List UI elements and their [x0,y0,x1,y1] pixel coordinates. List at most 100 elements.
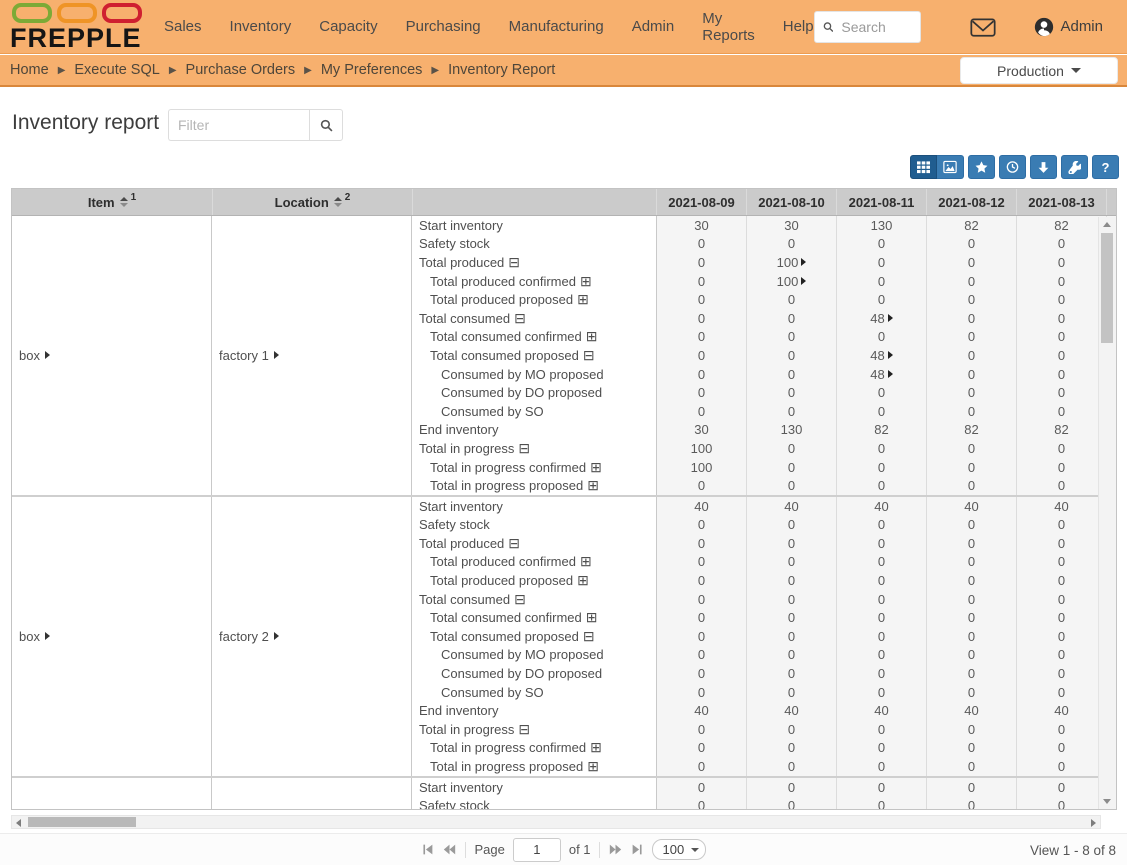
collapse-icon[interactable]: ⊟ [514,593,526,606]
next-page-button[interactable] [608,843,623,856]
breadcrumb-inventory-report[interactable]: Inventory Report [448,62,555,78]
collapse-icon[interactable]: ⊟ [583,349,595,362]
breadcrumb-purchase-orders[interactable]: Purchase Orders [186,62,296,78]
breadcrumb-execute-sql[interactable]: Execute SQL [74,62,159,78]
favorite-button[interactable] [968,155,995,179]
global-search-input[interactable] [839,18,912,36]
detail-drill-icon[interactable] [888,351,893,359]
metric-label-text: End inventory [419,703,499,718]
nav-item-my-reports[interactable]: My Reports [702,10,755,44]
vertical-scrollbar-thumb[interactable] [1101,233,1113,343]
cell-value: 48 [870,311,884,326]
collapse-icon[interactable]: ⊟ [518,442,530,455]
cell-value: 0 [878,385,885,400]
column-header-2021-08-12[interactable]: 2021-08-12 [926,189,1016,215]
expand-icon[interactable]: ⊞ [580,555,592,568]
item-cell[interactable]: box [12,497,212,776]
value-cell: 0 [926,235,1016,254]
column-header-2021-08-09[interactable]: 2021-08-09 [656,189,746,215]
collapse-icon[interactable]: ⊟ [514,312,526,325]
sort-icon[interactable] [334,197,342,207]
expand-icon[interactable]: ⊞ [586,330,598,343]
scroll-right-icon[interactable] [1091,819,1096,827]
collapse-icon[interactable]: ⊟ [508,537,520,550]
expand-icon[interactable]: ⊞ [587,479,599,492]
detail-drill-icon[interactable] [801,277,806,285]
metric-label-text: Start inventory [419,499,503,514]
nav-item-inventory[interactable]: Inventory [230,18,292,35]
location-cell[interactable]: factory 2 [212,497,412,776]
scroll-down-icon[interactable] [1103,799,1111,804]
detail-drill-icon[interactable] [888,370,893,378]
nav-item-manufacturing[interactable]: Manufacturing [509,18,604,35]
column-header-location[interactable]: Location2 [212,189,412,215]
detail-drill-icon[interactable] [801,258,806,266]
metric-label-total-produced-confirmed: Total produced confirmed⊞ [412,272,656,291]
expand-icon[interactable]: ⊞ [580,275,592,288]
nav-item-capacity[interactable]: Capacity [319,18,377,35]
breadcrumb-home[interactable]: Home [10,62,49,78]
breadcrumb-my-preferences[interactable]: My Preferences [321,62,423,78]
inventory-report-page: FREPPLE Sales Inventory Capacity Purchasing… [0,0,1127,865]
filter-search-button[interactable] [309,109,343,141]
value-cell[interactable]: 48 [836,309,926,328]
item-header-label: Item [88,195,115,210]
column-header-item[interactable]: Item1 [12,189,212,215]
drill-right-icon[interactable] [274,632,279,640]
global-search[interactable] [814,11,922,43]
filter-input[interactable] [168,109,309,141]
customize-button[interactable] [1061,155,1088,179]
value-cell[interactable]: 48 [836,346,926,365]
table-view-button[interactable] [910,155,937,179]
drill-right-icon[interactable] [45,632,50,640]
expand-icon[interactable]: ⊞ [577,574,589,587]
value-cell[interactable]: 48 [836,365,926,384]
frepple-logo[interactable]: FREPPLE [10,1,142,52]
collapse-icon[interactable]: ⊟ [508,256,520,269]
value-cell[interactable]: 100 [746,272,836,291]
value-cell: 0 [836,778,926,797]
horizontal-scrollbar-thumb[interactable] [28,817,136,827]
expand-icon[interactable]: ⊞ [590,461,602,474]
column-header-2021-08-10[interactable]: 2021-08-10 [746,189,836,215]
column-header-2021-08-13[interactable]: 2021-08-13 [1016,189,1106,215]
cell-value: 0 [878,536,885,551]
graph-view-button[interactable] [937,155,964,179]
scenario-selector-button[interactable]: Production [960,57,1118,84]
page-size-select[interactable]: 100 [652,839,706,860]
prev-page-button[interactable] [442,843,457,856]
column-header-2021-08-14[interactable]: 2021-08-14 [1106,189,1117,215]
expand-icon[interactable]: ⊞ [587,760,599,773]
cell-value: 0 [968,274,975,289]
nav-item-sales[interactable]: Sales [164,18,202,35]
location-cell[interactable]: factory 1 [212,216,412,495]
collapse-icon[interactable]: ⊟ [583,630,595,643]
nav-item-admin[interactable]: Admin [632,18,675,35]
first-page-button[interactable] [421,843,434,856]
sort-icon[interactable] [120,197,128,207]
help-button[interactable]: ? [1092,155,1119,179]
item-cell[interactable]: box [12,216,212,495]
user-menu[interactable]: Admin [1033,16,1103,38]
collapse-icon[interactable]: ⊟ [518,723,530,736]
scroll-left-icon[interactable] [16,819,21,827]
detail-drill-icon[interactable] [888,314,893,322]
horizontal-scrollbar[interactable] [11,815,1101,829]
scroll-up-icon[interactable] [1103,222,1111,227]
expand-icon[interactable]: ⊞ [590,741,602,754]
drill-right-icon[interactable] [45,351,50,359]
inbox-button[interactable] [969,15,997,39]
time-buckets-button[interactable] [999,155,1026,179]
expand-icon[interactable]: ⊞ [577,293,589,306]
metric-label-start-inventory: Start inventory [412,497,656,516]
drill-right-icon[interactable] [274,351,279,359]
expand-icon[interactable]: ⊞ [586,611,598,624]
vertical-scrollbar[interactable] [1098,217,1116,809]
nav-item-purchasing[interactable]: Purchasing [406,18,481,35]
last-page-button[interactable] [631,843,644,856]
nav-item-help[interactable]: Help [783,18,814,35]
page-number-input[interactable] [513,838,561,862]
value-cell[interactable]: 100 [746,253,836,272]
column-header-2021-08-11[interactable]: 2021-08-11 [836,189,926,215]
export-download-button[interactable] [1030,155,1057,179]
